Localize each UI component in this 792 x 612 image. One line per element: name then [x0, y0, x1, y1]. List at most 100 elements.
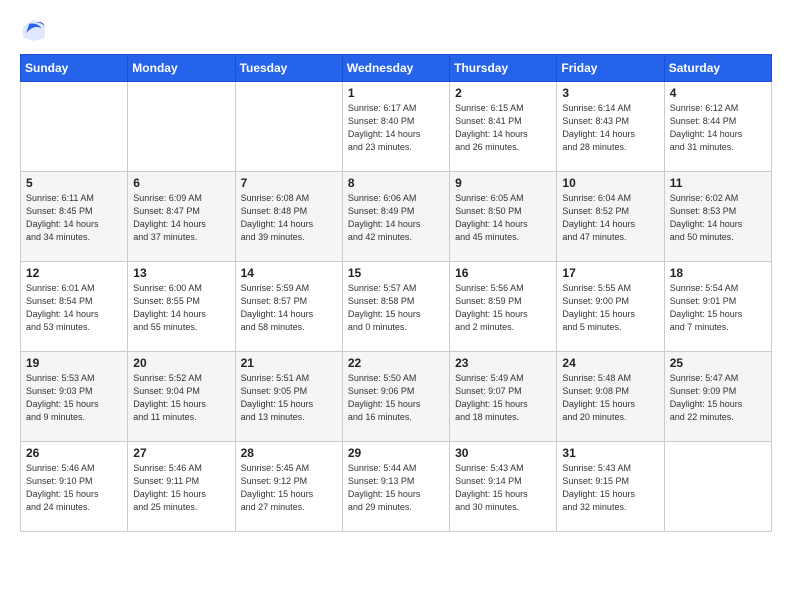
day-info: Sunrise: 5:57 AM Sunset: 8:58 PM Dayligh… — [348, 282, 444, 334]
day-info: Sunrise: 6:11 AM Sunset: 8:45 PM Dayligh… — [26, 192, 122, 244]
day-number: 9 — [455, 176, 551, 190]
day-number: 19 — [26, 356, 122, 370]
day-number: 5 — [26, 176, 122, 190]
weekday-header-tuesday: Tuesday — [235, 55, 342, 82]
day-number: 29 — [348, 446, 444, 460]
day-info: Sunrise: 6:05 AM Sunset: 8:50 PM Dayligh… — [455, 192, 551, 244]
day-info: Sunrise: 5:56 AM Sunset: 8:59 PM Dayligh… — [455, 282, 551, 334]
calendar-cell: 11Sunrise: 6:02 AM Sunset: 8:53 PM Dayli… — [664, 172, 771, 262]
calendar-cell: 25 Sunrise: 5:47 AM Sunset: 9:09 PM Dayli… — [664, 352, 771, 442]
calendar-week-1: 1Sunrise: 6:17 AM Sunset: 8:40 PM Daylig… — [21, 82, 772, 172]
calendar-cell: 23Sunrise: 5:49 AM Sunset: 9:07 PM Dayli… — [450, 352, 557, 442]
page-header — [20, 16, 772, 44]
day-number: 2 — [455, 86, 551, 100]
day-number: 25 — [670, 356, 766, 370]
day-info: Sunrise: 6:01 AM Sunset: 8:54 PM Dayligh… — [26, 282, 122, 334]
calendar-cell: 14 Sunrise: 5:59 AM Sunset: 8:57 PM Dayli… — [235, 262, 342, 352]
day-number: 20 — [133, 356, 229, 370]
weekday-header-sunday: Sunday — [21, 55, 128, 82]
weekday-header-monday: Monday — [128, 55, 235, 82]
logo — [20, 16, 52, 44]
day-number: 15 — [348, 266, 444, 280]
day-info: Sunrise: 5:50 AM Sunset: 9:06 PM Dayligh… — [348, 372, 444, 424]
calendar-cell: 15 Sunrise: 5:57 AM Sunset: 8:58 PM Dayli… — [342, 262, 449, 352]
day-info: Sunrise: 6:04 AM Sunset: 8:52 PM Dayligh… — [562, 192, 658, 244]
calendar-cell — [664, 442, 771, 532]
calendar-cell: 30Sunrise: 5:43 AM Sunset: 9:14 PM Dayli… — [450, 442, 557, 532]
day-number: 6 — [133, 176, 229, 190]
day-number: 27 — [133, 446, 229, 460]
day-info: Sunrise: 5:59 AM Sunset: 8:57 PM Dayligh… — [241, 282, 337, 334]
day-info: Sunrise: 5:48 AM Sunset: 9:08 PM Dayligh… — [562, 372, 658, 424]
day-info: Sunrise: 5:44 AM Sunset: 9:13 PM Dayligh… — [348, 462, 444, 514]
day-info: Sunrise: 6:08 AM Sunset: 8:48 PM Dayligh… — [241, 192, 337, 244]
weekday-header-thursday: Thursday — [450, 55, 557, 82]
day-info: Sunrise: 5:47 AM Sunset: 9:09 PM Dayligh… — [670, 372, 766, 424]
day-number: 10 — [562, 176, 658, 190]
day-number: 14 — [241, 266, 337, 280]
day-number: 22 — [348, 356, 444, 370]
day-info: Sunrise: 5:46 AM Sunset: 9:11 PM Dayligh… — [133, 462, 229, 514]
calendar-cell: 29 Sunrise: 5:44 AM Sunset: 9:13 PM Dayli… — [342, 442, 449, 532]
calendar-cell: 9 Sunrise: 6:05 AM Sunset: 8:50 PM Daylig… — [450, 172, 557, 262]
day-number: 7 — [241, 176, 337, 190]
weekday-header-friday: Friday — [557, 55, 664, 82]
day-info: Sunrise: 6:06 AM Sunset: 8:49 PM Dayligh… — [348, 192, 444, 244]
day-number: 12 — [26, 266, 122, 280]
calendar-cell: 3 Sunrise: 6:14 AM Sunset: 8:43 PM Daylig… — [557, 82, 664, 172]
day-number: 3 — [562, 86, 658, 100]
calendar-cell: 6 Sunrise: 6:09 AM Sunset: 8:47 PM Daylig… — [128, 172, 235, 262]
day-number: 16 — [455, 266, 551, 280]
weekday-header-saturday: Saturday — [664, 55, 771, 82]
calendar-cell: 13 Sunrise: 6:00 AM Sunset: 8:55 PM Dayli… — [128, 262, 235, 352]
calendar-cell: 26 Sunrise: 5:46 AM Sunset: 9:10 PM Dayli… — [21, 442, 128, 532]
day-info: Sunrise: 5:46 AM Sunset: 9:10 PM Dayligh… — [26, 462, 122, 514]
calendar-cell: 31 Sunrise: 5:43 AM Sunset: 9:15 PM Dayli… — [557, 442, 664, 532]
day-number: 31 — [562, 446, 658, 460]
day-info: Sunrise: 6:00 AM Sunset: 8:55 PM Dayligh… — [133, 282, 229, 334]
day-info: Sunrise: 5:55 AM Sunset: 9:00 PM Dayligh… — [562, 282, 658, 334]
day-number: 18 — [670, 266, 766, 280]
calendar-cell: 28 Sunrise: 5:45 AM Sunset: 9:12 PM Dayli… — [235, 442, 342, 532]
calendar-cell: 21 Sunrise: 5:51 AM Sunset: 9:05 PM Dayli… — [235, 352, 342, 442]
day-number: 26 — [26, 446, 122, 460]
calendar-cell: 24 Sunrise: 5:48 AM Sunset: 9:08 PM Dayli… — [557, 352, 664, 442]
calendar-week-4: 19 Sunrise: 5:53 AM Sunset: 9:03 PM Dayli… — [21, 352, 772, 442]
day-info: Sunrise: 6:12 AM Sunset: 8:44 PM Dayligh… — [670, 102, 766, 154]
day-info: Sunrise: 5:51 AM Sunset: 9:05 PM Dayligh… — [241, 372, 337, 424]
calendar-week-2: 5 Sunrise: 6:11 AM Sunset: 8:45 PM Daylig… — [21, 172, 772, 262]
day-number: 28 — [241, 446, 337, 460]
calendar-cell: 4 Sunrise: 6:12 AM Sunset: 8:44 PM Daylig… — [664, 82, 771, 172]
day-info: Sunrise: 6:09 AM Sunset: 8:47 PM Dayligh… — [133, 192, 229, 244]
day-number: 21 — [241, 356, 337, 370]
day-info: Sunrise: 5:54 AM Sunset: 9:01 PM Dayligh… — [670, 282, 766, 334]
calendar-cell: 2Sunrise: 6:15 AM Sunset: 8:41 PM Daylig… — [450, 82, 557, 172]
day-number: 13 — [133, 266, 229, 280]
weekday-header-row: SundayMondayTuesdayWednesdayThursdayFrid… — [21, 55, 772, 82]
calendar-week-3: 12 Sunrise: 6:01 AM Sunset: 8:54 PM Dayli… — [21, 262, 772, 352]
day-info: Sunrise: 5:53 AM Sunset: 9:03 PM Dayligh… — [26, 372, 122, 424]
calendar-cell: 17 Sunrise: 5:55 AM Sunset: 9:00 PM Dayli… — [557, 262, 664, 352]
day-info: Sunrise: 6:14 AM Sunset: 8:43 PM Dayligh… — [562, 102, 658, 154]
calendar-cell — [235, 82, 342, 172]
calendar-cell: 27 Sunrise: 5:46 AM Sunset: 9:11 PM Dayli… — [128, 442, 235, 532]
calendar-cell: 20 Sunrise: 5:52 AM Sunset: 9:04 PM Dayli… — [128, 352, 235, 442]
calendar-cell: 1Sunrise: 6:17 AM Sunset: 8:40 PM Daylig… — [342, 82, 449, 172]
calendar-cell: 12 Sunrise: 6:01 AM Sunset: 8:54 PM Dayli… — [21, 262, 128, 352]
day-info: Sunrise: 5:43 AM Sunset: 9:15 PM Dayligh… — [562, 462, 658, 514]
day-number: 24 — [562, 356, 658, 370]
day-number: 11 — [670, 176, 766, 190]
weekday-header-wednesday: Wednesday — [342, 55, 449, 82]
day-number: 4 — [670, 86, 766, 100]
day-info: Sunrise: 5:52 AM Sunset: 9:04 PM Dayligh… — [133, 372, 229, 424]
day-number: 23 — [455, 356, 551, 370]
calendar-cell — [128, 82, 235, 172]
calendar-cell: 16 Sunrise: 5:56 AM Sunset: 8:59 PM Dayli… — [450, 262, 557, 352]
day-number: 1 — [348, 86, 444, 100]
logo-icon — [20, 16, 48, 44]
day-number: 8 — [348, 176, 444, 190]
calendar-week-5: 26 Sunrise: 5:46 AM Sunset: 9:10 PM Dayli… — [21, 442, 772, 532]
day-info: Sunrise: 5:45 AM Sunset: 9:12 PM Dayligh… — [241, 462, 337, 514]
day-number: 17 — [562, 266, 658, 280]
day-number: 30 — [455, 446, 551, 460]
